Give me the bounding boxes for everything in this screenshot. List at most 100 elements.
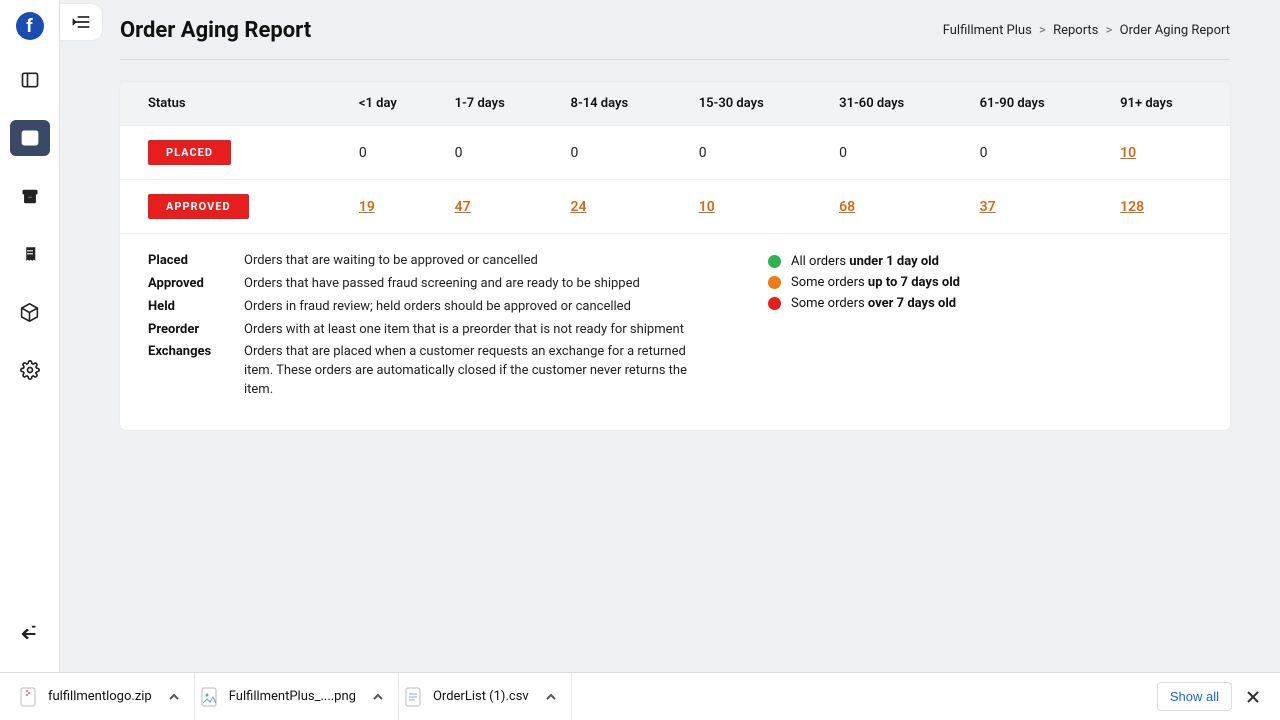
definition-desc: Orders in fraud review; held orders shou… [244,298,631,317]
chevron-up-icon[interactable] [545,691,557,703]
nav-reports[interactable] [10,120,50,156]
definition-item: Approved Orders that have passed fraud sc… [148,275,708,294]
legend-dot [768,276,781,289]
col-status: Status [120,82,349,126]
legend-text: Some orders over 7 days old [791,296,956,311]
legend-dot [768,255,781,268]
status-definitions: Placed Orders that are waiting to be appr… [148,252,708,404]
count-value: 0 [359,145,367,161]
nav-packages[interactable] [10,294,50,330]
breadcrumb-section[interactable]: Reports [1053,23,1098,38]
close-icon [1246,690,1260,704]
count-link[interactable]: 128 [1120,199,1144,215]
nav-settings[interactable] [10,352,50,388]
definition-item: Placed Orders that are waiting to be appr… [148,252,708,271]
nav-receipts[interactable] [10,236,50,272]
download-item[interactable]: OrderList (1).csv [399,673,572,720]
col-age-bucket: <1 day [349,82,445,126]
definition-item: Exchanges Orders that are placed when a c… [148,343,708,400]
breadcrumb: Fulfillment Plus > Reports > Order Aging… [943,23,1230,38]
count-value: 0 [699,145,707,161]
show-all-downloads[interactable]: Show all [1157,682,1232,711]
page-title: Order Aging Report [120,18,311,43]
definition-desc: Orders that are waiting to be approved o… [244,252,538,271]
nav-dashboard[interactable] [10,62,50,98]
legend-item: Some orders over 7 days old [768,296,960,311]
count-link[interactable]: 10 [699,199,715,215]
box-icon [19,302,40,323]
page-header: Order Aging Report Fulfillment Plus > Re… [120,18,1230,60]
count-value: 0 [839,145,847,161]
report-card: Status<1 day1-7 days8-14 days15-30 days3… [120,82,1230,430]
download-item[interactable]: fulfillmentlogo.zip [14,673,195,720]
col-age-bucket: 8-14 days [561,82,689,126]
breadcrumb-sep: > [1039,23,1046,38]
count-link[interactable]: 37 [980,199,996,215]
nav-exit[interactable] [10,616,50,652]
count-value: 0 [571,145,579,161]
count-link[interactable]: 47 [455,199,471,215]
return-arrow-icon [18,622,42,646]
count-value: 0 [455,145,463,161]
image-file-icon [201,687,217,707]
download-filename: fulfillmentlogo.zip [48,689,152,704]
count-link[interactable]: 24 [571,199,587,215]
count-link[interactable]: 10 [1120,145,1136,161]
age-legend: All orders under 1 day old Some orders up… [768,252,960,404]
chevron-up-icon[interactable] [372,691,384,703]
definition-term: Placed [148,252,226,271]
archive-icon [20,187,40,206]
file-icon [403,686,423,708]
count-link[interactable]: 68 [839,199,855,215]
legend-text: Some orders up to 7 days old [791,275,960,290]
download-item[interactable]: FulfillmentPlus_....png [195,673,399,720]
definition-item: Preorder Orders with at least one item th… [148,321,708,340]
chevron-up-icon[interactable] [168,691,180,703]
download-bar: fulfillmentlogo.zip FulfillmentPlus_....p… [0,672,1280,720]
file-icon [18,686,38,708]
definition-desc: Orders that are placed when a customer r… [244,343,708,400]
app-logo-letter: f [26,16,32,37]
receipt-icon [21,244,39,264]
col-age-bucket: 15-30 days [689,82,829,126]
panel-left-icon [20,70,40,90]
download-filename: OrderList (1).csv [433,689,529,704]
table-row: APPROVED 19 47 24 10 68 37 128 [120,180,1230,234]
close-download-bar[interactable] [1240,684,1266,710]
info-row: Placed Orders that are waiting to be appr… [120,234,1230,430]
definition-term: Preorder [148,321,226,340]
legend-item: Some orders up to 7 days old [768,275,960,290]
download-filename: FulfillmentPlus_....png [229,689,356,704]
breadcrumb-root[interactable]: Fulfillment Plus [943,23,1032,38]
table-row: PLACED 0 0 0 0 0 0 10 [120,126,1230,180]
file-icon [199,686,219,708]
nav-archive[interactable] [10,178,50,214]
status-badge: PLACED [148,140,231,165]
list-report-icon [20,128,40,148]
definition-term: Approved [148,275,226,294]
breadcrumb-sep: > [1106,23,1113,38]
col-age-bucket: 91+ days [1110,82,1230,126]
definition-term: Exchanges [148,343,226,400]
col-age-bucket: 61-90 days [970,82,1110,126]
definition-desc: Orders that have passed fraud screening … [244,275,640,294]
definition-item: Held Orders in fraud review; held orders … [148,298,708,317]
legend-text: All orders under 1 day old [791,254,939,269]
zip-file-icon [20,687,36,707]
breadcrumb-current: Order Aging Report [1120,23,1230,38]
count-link[interactable]: 19 [359,199,375,215]
aging-table: Status<1 day1-7 days8-14 days15-30 days3… [120,82,1230,234]
sidebar: f [0,0,60,672]
gear-icon [20,360,40,380]
definition-term: Held [148,298,226,317]
main-content: Order Aging Report Fulfillment Plus > Re… [60,0,1280,672]
count-value: 0 [980,145,988,161]
definition-desc: Orders with at least one item that is a … [244,321,684,340]
col-age-bucket: 31-60 days [829,82,969,126]
legend-dot [768,297,781,310]
app-logo[interactable]: f [16,12,44,40]
legend-item: All orders under 1 day old [768,254,960,269]
col-age-bucket: 1-7 days [445,82,561,126]
status-badge: APPROVED [148,194,249,219]
doc-file-icon [405,687,421,707]
